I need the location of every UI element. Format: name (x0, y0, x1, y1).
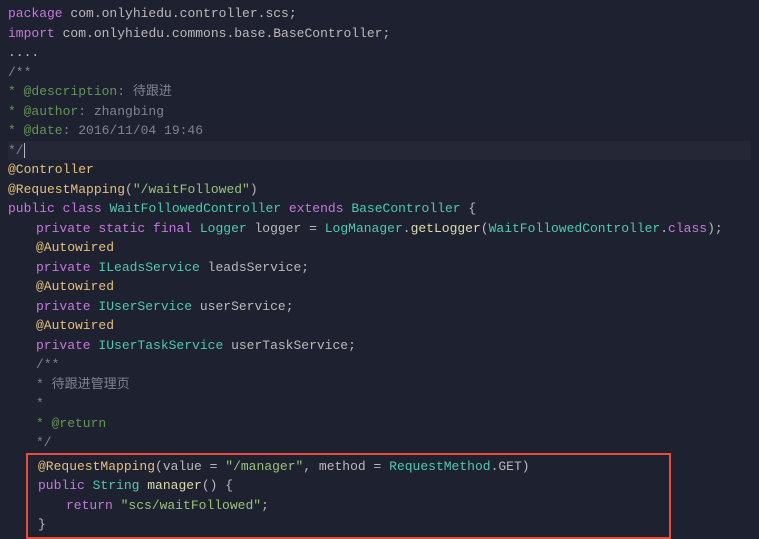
javadoc-line: * (8, 394, 751, 414)
code-line: package com.onlyhiedu.controller.scs; (8, 4, 751, 24)
keyword: extends (289, 201, 344, 216)
annotation-line: @Autowired (8, 316, 751, 336)
string-literal: "/manager" (225, 459, 303, 474)
type: LogManager (325, 221, 403, 236)
code-line: .... (8, 43, 751, 63)
keyword: final (153, 221, 192, 236)
annotation: @Autowired (36, 279, 114, 294)
javadoc-line: * @description: 待跟进 (8, 82, 751, 102)
comment-text: */ (8, 143, 24, 158)
highlighted-region: @RequestMapping(value = "/manager", meth… (26, 453, 671, 539)
text-cursor (24, 143, 25, 158)
type: IUserService (98, 299, 192, 314)
doc-value: * 待跟进管理页 (36, 377, 130, 392)
doc-tag: * @date (8, 123, 63, 138)
type: String (93, 478, 140, 493)
annotation-line: @Controller (8, 160, 751, 180)
javadoc-line: * @return (8, 414, 751, 434)
javadoc-line: * @author: zhangbing (8, 102, 751, 122)
comment-text: */ (36, 435, 52, 450)
field-name: logger (255, 221, 302, 236)
field-name: userTaskService (231, 338, 348, 353)
annotation: @Autowired (36, 318, 114, 333)
keyword: private (36, 338, 91, 353)
keyword: public (38, 478, 85, 493)
class-name: WaitFollowedController (109, 201, 281, 216)
keyword-import: import (8, 26, 55, 41)
package-name: com.onlyhiedu.controller.scs (70, 6, 288, 21)
string-literal: "scs/waitFollowed" (121, 498, 261, 513)
doc-value: : 待跟进 (117, 84, 172, 99)
type: Logger (200, 221, 247, 236)
doc-value: : zhangbing (78, 104, 164, 119)
keyword: public (8, 201, 55, 216)
string-literal: "/waitFollowed" (133, 182, 250, 197)
keyword: class (668, 221, 707, 236)
type: RequestMethod (389, 459, 490, 474)
javadoc-end: */ (8, 141, 751, 161)
doc-tag: * @description (8, 84, 117, 99)
type: IUserTaskService (98, 338, 223, 353)
javadoc-start: /** (8, 63, 751, 83)
javadoc-end: */ (8, 433, 751, 453)
annotation: @Autowired (36, 240, 114, 255)
field-declaration: private static final Logger logger = Log… (8, 219, 751, 239)
keyword: return (66, 498, 113, 513)
field-declaration: private IUserService userService; (8, 297, 751, 317)
doc-tag: * @author (8, 104, 78, 119)
annotation-line: @RequestMapping(value = "/manager", meth… (28, 457, 669, 477)
attr-key: method (319, 459, 366, 474)
attr-key: value (163, 459, 202, 474)
code-line: import com.onlyhiedu.commons.base.BaseCo… (8, 24, 751, 44)
import-path: com.onlyhiedu.commons.base.BaseControlle… (63, 26, 383, 41)
class-declaration: public class WaitFollowedController exte… (8, 199, 751, 219)
doc-tag: * @return (36, 416, 106, 431)
field-declaration: private ILeadsService leadsService; (8, 258, 751, 278)
type: ILeadsService (98, 260, 199, 275)
comment-text: /** (8, 65, 31, 80)
keyword: private (36, 260, 91, 275)
class-ref: WaitFollowedController (489, 221, 661, 236)
class-name: BaseController (351, 201, 460, 216)
doc-time: 19:46 (164, 123, 203, 138)
javadoc-line: * 待跟进管理页 (8, 375, 751, 395)
return-statement: return "scs/waitFollowed"; (28, 496, 669, 516)
keyword: private (36, 221, 91, 236)
annotation: @RequestMapping (8, 182, 125, 197)
method-declaration: public String manager() { (28, 476, 669, 496)
annotation-line: @Autowired (8, 238, 751, 258)
comment-text: /** (36, 357, 59, 372)
keyword: private (36, 299, 91, 314)
collapsed-dots: .... (8, 45, 39, 60)
annotation-line: @Autowired (8, 277, 751, 297)
comment-text: * (36, 396, 44, 411)
annotation: @RequestMapping (38, 459, 155, 474)
code-editor[interactable]: package com.onlyhiedu.controller.scs; im… (8, 4, 751, 539)
field-name: leadsService (208, 260, 302, 275)
keyword: class (63, 201, 102, 216)
keyword-package: package (8, 6, 63, 21)
method-name: getLogger (411, 221, 481, 236)
close-brace: } (28, 515, 669, 535)
javadoc-line: * @date: 2016/11/04 19:46 (8, 121, 751, 141)
doc-value: : 2016/11/04 (63, 123, 164, 138)
annotation-line: @RequestMapping("/waitFollowed") (8, 180, 751, 200)
field-declaration: private IUserTaskService userTaskService… (8, 336, 751, 356)
method-name: manager (147, 478, 202, 493)
enum-value: GET (498, 459, 521, 474)
keyword: static (98, 221, 145, 236)
field-name: userService (200, 299, 286, 314)
annotation: @Controller (8, 162, 94, 177)
javadoc-start: /** (8, 355, 751, 375)
